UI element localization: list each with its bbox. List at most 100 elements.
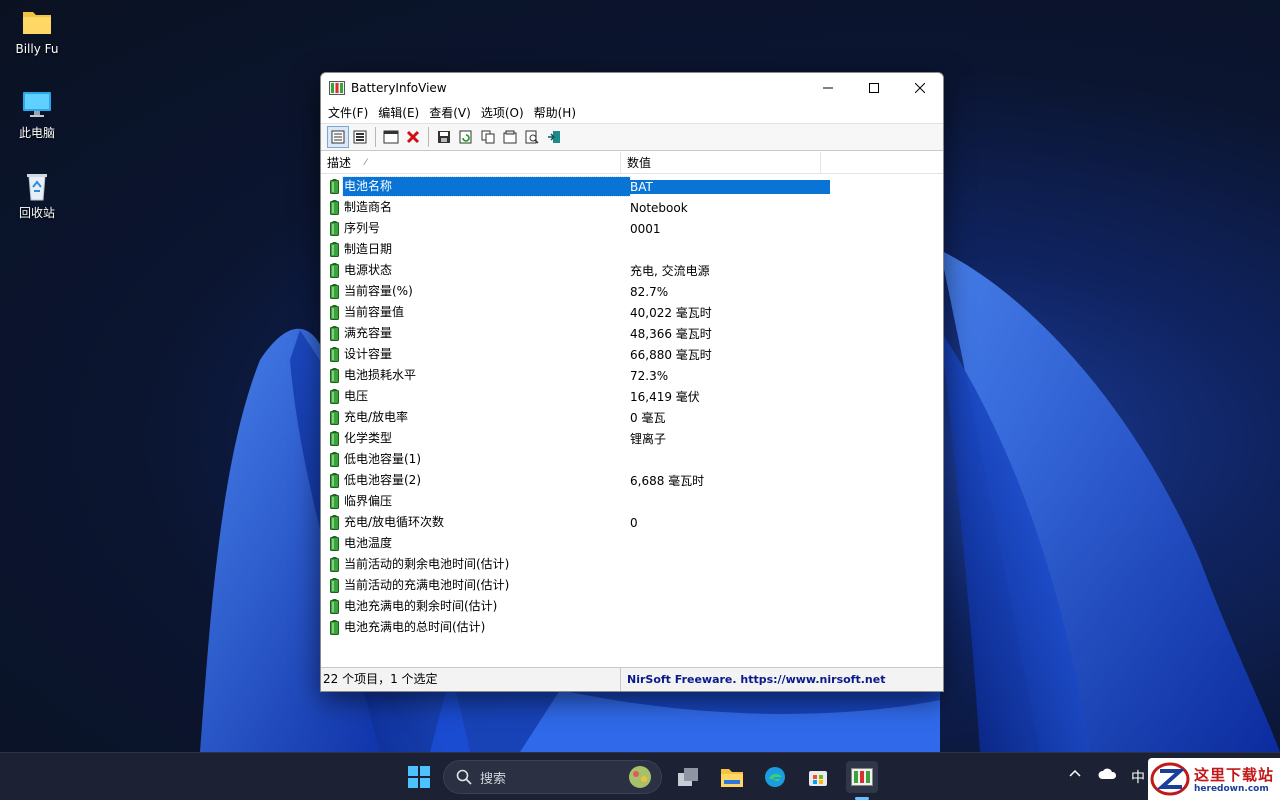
battery-icon <box>330 305 339 320</box>
table-row[interactable]: 当前活动的充满电池时间(估计) <box>321 575 943 596</box>
taskbar: 搜索 中 <box>0 752 1280 800</box>
row-value: 48,366 毫瓦时 <box>630 327 712 341</box>
table-row[interactable]: 电池损耗水平 72.3% <box>321 365 943 386</box>
table-row[interactable]: 满充容量 48,366 毫瓦时 <box>321 323 943 344</box>
chevron-up-icon <box>1069 769 1081 777</box>
app-battery-icon <box>329 81 345 95</box>
menu-options[interactable]: 选项(O) <box>476 103 529 123</box>
show-hidden-icons-button[interactable] <box>1068 767 1082 783</box>
table-row[interactable]: 电池温度 <box>321 533 943 554</box>
recycle-bin-icon <box>21 170 53 201</box>
battery-icon <box>330 389 339 404</box>
table-row[interactable]: 电池充满电的总时间(估计) <box>321 617 943 638</box>
row-description: 电源状态 <box>344 263 393 277</box>
minimize-button[interactable] <box>805 73 851 103</box>
computer-icon <box>21 90 53 120</box>
refresh-button[interactable] <box>455 126 477 148</box>
battery-icon <box>330 515 339 530</box>
battery-icon <box>330 263 339 278</box>
menu-file[interactable]: 文件(F) <box>323 103 373 123</box>
maximize-icon <box>869 83 879 93</box>
table-row[interactable]: 临界偏压 <box>321 491 943 512</box>
properties-button[interactable] <box>499 126 521 148</box>
row-description: 电压 <box>344 389 369 403</box>
battery-info-view-button[interactable] <box>327 126 349 148</box>
row-description: 制造商名 <box>344 200 393 214</box>
table-row[interactable]: 电池充满电的剩余时间(估计) <box>321 596 943 617</box>
copy-button[interactable] <box>477 126 499 148</box>
table-row[interactable]: 充电/放电率 0 毫瓦 <box>321 407 943 428</box>
toolbar <box>321 123 943 151</box>
row-description: 电池名称 <box>342 176 631 197</box>
desktop-icon-label: 回收站 <box>18 206 55 220</box>
close-button[interactable] <box>897 73 943 103</box>
table-row[interactable]: 低电池容量(1) <box>321 449 943 470</box>
file-explorer-icon <box>721 769 743 787</box>
battery-log-view-button[interactable] <box>349 126 371 148</box>
edge-button[interactable] <box>759 761 791 793</box>
toolbar-separator <box>375 127 376 147</box>
row-value: 72.3% <box>630 368 669 383</box>
cloud-icon <box>1098 768 1117 779</box>
battery-icon <box>330 578 339 593</box>
table-row[interactable]: 电池名称 BAT <box>321 176 943 197</box>
search-icon <box>456 769 472 785</box>
column-header-description[interactable]: 描述 ⁄ <box>321 152 621 173</box>
battery-icon <box>330 221 339 236</box>
exit-icon <box>548 131 560 143</box>
table-row[interactable]: 化学类型 锂离子 <box>321 428 943 449</box>
table-row[interactable]: 序列号 0001 <box>321 218 943 239</box>
start-button[interactable] <box>403 761 435 793</box>
sort-ascending-icon: ⁄ <box>365 158 367 168</box>
find-button[interactable] <box>521 126 543 148</box>
maximize-button[interactable] <box>851 73 897 103</box>
table-row[interactable]: 当前容量(%) 82.7% <box>321 281 943 302</box>
status-bar: 22 个项目，1 个选定 NirSoft Freeware. https://w… <box>321 667 943 691</box>
properties-icon <box>503 130 517 144</box>
desktop-icon-billy-fu[interactable]: Billy Fu <box>6 8 68 56</box>
table-row[interactable]: 低电池容量(2) 6,688 毫瓦时 <box>321 470 943 491</box>
row-description: 制造日期 <box>344 242 393 256</box>
table-row[interactable]: 制造商名 Notebook <box>321 197 943 218</box>
table-row[interactable]: 电压 16,419 毫伏 <box>321 386 943 407</box>
desktop-icon-recycle-bin[interactable]: 回收站 <box>6 170 68 221</box>
windows-logo-icon <box>408 766 430 788</box>
onedrive-button[interactable] <box>1098 767 1118 785</box>
menu-edit[interactable]: 编辑(E) <box>373 103 424 123</box>
table-row[interactable]: 电源状态 充电, 交流电源 <box>321 260 943 281</box>
file-explorer-button[interactable] <box>716 761 748 793</box>
battery-icon <box>330 179 339 194</box>
taskbar-search[interactable]: 搜索 <box>443 760 662 794</box>
batteryinfoview-taskbar-button[interactable] <box>846 761 878 793</box>
table-row[interactable]: 当前活动的剩余电池时间(估计) <box>321 554 943 575</box>
table-row[interactable]: 制造日期 <box>321 239 943 260</box>
battery-icon <box>330 494 339 509</box>
save-button[interactable] <box>433 126 455 148</box>
table-row[interactable]: 当前容量值 40,022 毫瓦时 <box>321 302 943 323</box>
log-list-icon <box>353 130 367 144</box>
menu-help[interactable]: 帮助(H) <box>529 103 581 123</box>
battery-icon <box>330 452 339 467</box>
task-view-button[interactable] <box>672 761 704 793</box>
clear-log-button[interactable] <box>402 126 424 148</box>
title-bar[interactable]: BatteryInfoView <box>321 73 943 103</box>
row-description: 当前活动的剩余电池时间(估计) <box>344 557 510 571</box>
microsoft-store-button[interactable] <box>802 761 834 793</box>
row-value: 锂离子 <box>630 432 667 446</box>
search-highlight-icon <box>629 766 651 788</box>
input-method-indicator[interactable]: 中 <box>1131 767 1145 787</box>
table-row[interactable]: 充电/放电循环次数 0 <box>321 512 943 533</box>
list-rows: 电池名称 BAT 制造商名 Notebook 序列号 0001 制造日期电源状态 充电, 交流… <box>321 174 943 638</box>
battery-info-list[interactable]: 描述 ⁄ 数值 电池名称 BAT 制造商名 Notebook 序列号 0001 制造日期电源… <box>321 152 943 668</box>
table-row[interactable]: 设计容量 66,880 毫瓦时 <box>321 344 943 365</box>
nirsoft-link[interactable]: NirSoft Freeware. https://www.nirsoft.ne… <box>621 668 885 691</box>
column-label: 数值 <box>627 156 652 170</box>
column-header-value[interactable]: 数值 <box>621 152 821 173</box>
exit-button[interactable] <box>543 126 565 148</box>
desktop-icon-this-pc[interactable]: 此电脑 <box>6 90 68 141</box>
desktop-icon-label: 此电脑 <box>18 126 55 140</box>
battery-icon <box>330 326 339 341</box>
battery-icon <box>330 536 339 551</box>
menu-view[interactable]: 查看(V) <box>424 103 476 123</box>
options-button[interactable] <box>380 126 402 148</box>
